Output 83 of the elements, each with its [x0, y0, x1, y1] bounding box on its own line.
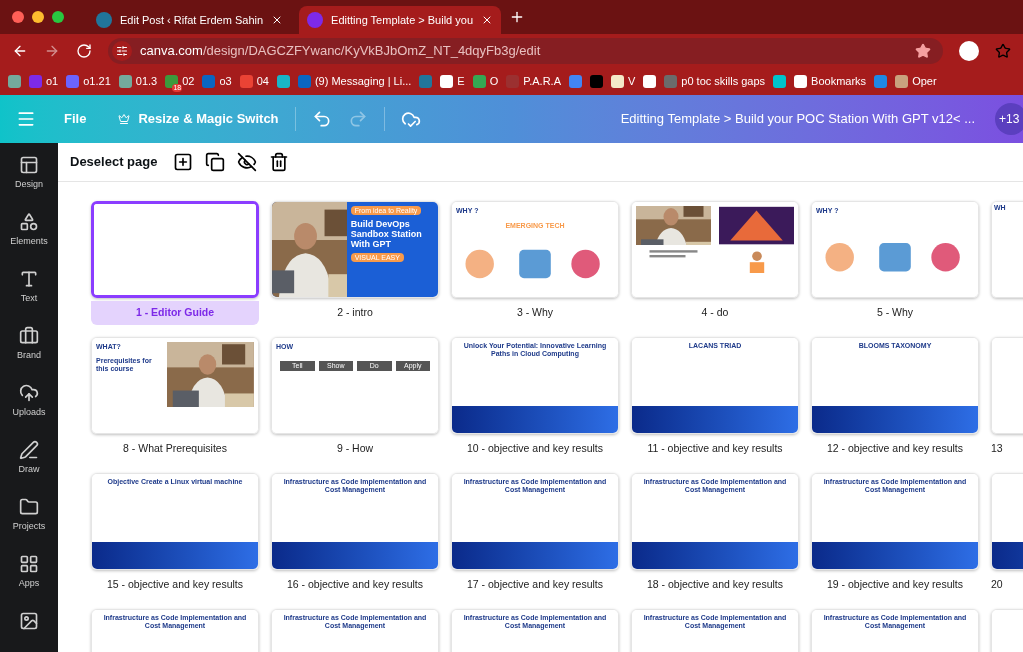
site-icon	[307, 12, 324, 28]
bookmark-link[interactable]: E	[457, 72, 465, 90]
deselect-page-button[interactable]: Deselect page	[70, 152, 158, 172]
grid-icon	[19, 554, 39, 574]
collaborators-avatar[interactable]: +13	[995, 103, 1023, 135]
briefcase-icon	[19, 326, 39, 346]
bookmark-link[interactable]: 04	[256, 72, 269, 90]
bookmark-link[interactable]: o3	[219, 72, 232, 90]
site-settings-icon[interactable]	[112, 40, 132, 61]
delete-icon[interactable]	[269, 152, 290, 172]
design-title[interactable]: Editting Template > Build your POC Station With GPT v12< ...	[620, 109, 975, 129]
shapes-icon	[19, 212, 39, 232]
page-label[interactable]: 8 - What Prerequisites	[91, 437, 259, 461]
page-thumbnail[interactable]	[91, 201, 259, 298]
page-label[interactable]: 1 - Editor Guide	[91, 301, 259, 325]
sidebar-item[interactable]: Elements	[10, 212, 48, 251]
page-label[interactable]: 3 - Why	[451, 301, 619, 325]
image-icon[interactable]	[19, 611, 39, 631]
bookmark-link[interactable]: o1	[46, 72, 59, 90]
bookmark-link[interactable]: 01.3	[135, 72, 158, 90]
add-page-icon[interactable]	[173, 152, 194, 172]
bookmark-link[interactable]: V	[628, 72, 636, 90]
reload-icon[interactable]	[76, 42, 92, 59]
bookmark-link[interactable]: Bookmarks	[811, 72, 867, 90]
hide-icon[interactable]	[237, 152, 258, 172]
sidebar-item[interactable]: Brand	[17, 326, 41, 365]
undo-icon[interactable]	[311, 109, 332, 129]
layout-icon	[19, 155, 39, 175]
page-label[interactable]: 15 - objective and key results	[91, 573, 259, 597]
page-label[interactable]: 20	[991, 573, 1023, 597]
zoom-window-icon[interactable]	[52, 11, 64, 23]
page-label[interactable]: 10 - objective and key results	[451, 437, 619, 461]
page-label[interactable]: 5 - Why	[811, 301, 979, 325]
page-label[interactable]: 16 - objective and key results	[271, 573, 439, 597]
bookmark-icon[interactable]	[440, 74, 454, 88]
page-label[interactable]: 2 - intro	[271, 301, 439, 325]
duplicate-icon[interactable]	[205, 152, 226, 172]
crown-icon	[118, 113, 131, 125]
address-bar[interactable]: canva.com/design/DAGCZFYwanc/KyVkBJbOmZ_NT_4dqyFb3g/edit	[108, 37, 943, 64]
folder-icon	[19, 497, 39, 517]
page-label[interactable]: 17 - objective and key results	[451, 573, 619, 597]
close-window-icon[interactable]	[12, 11, 24, 23]
bookmark-link[interactable]: 02	[182, 72, 195, 90]
sidebar-item[interactable]: Uploads	[12, 383, 46, 422]
url-path: /design/DAGCZFYwanc/KyVkBJbOmZ_NT_4dqyFb3g/edit	[202, 42, 541, 58]
browser-tab[interactable]: Edit Post ‹ Rifat Erdem Sahin	[88, 6, 292, 34]
sidebar-item[interactable]: Draw	[18, 440, 40, 479]
pen-icon	[19, 440, 39, 460]
site-icon	[96, 12, 112, 28]
sidebar-item[interactable]: Text	[19, 269, 39, 308]
page-label[interactable]: 19 - objective and key results	[811, 573, 979, 597]
page-label[interactable]: 12 - objective and key results	[811, 437, 979, 461]
page-label[interactable]: 9 - How	[271, 437, 439, 461]
bookmark-icon[interactable]	[895, 74, 909, 88]
slide-heading: Build DevOps Sandbox Station With GPT	[350, 219, 423, 249]
bookmark-icon[interactable]	[611, 74, 624, 88]
bookmark-link[interactable]: o1.21	[83, 72, 111, 90]
bookmark-icon[interactable]	[276, 74, 290, 88]
sidebar-item[interactable]: Apps	[18, 554, 40, 593]
bookmark-link[interactable]: p0 toc skills gaps	[681, 72, 766, 90]
star-icon[interactable]	[995, 42, 1011, 59]
bookmark-link[interactable]: Oper	[912, 72, 937, 90]
bookmark-star-icon[interactable]	[915, 42, 931, 59]
extension-icon[interactable]	[959, 40, 979, 61]
bookmark-icon[interactable]	[773, 74, 787, 88]
sidebar-item[interactable]: Projects	[12, 497, 46, 536]
page-label[interactable]: 11 - objective and key results	[631, 437, 799, 461]
bookmark-link[interactable]: (9) Messaging | Li...	[314, 72, 412, 90]
bookmark-link[interactable]: O	[489, 72, 499, 90]
menu-icon[interactable]	[16, 109, 36, 129]
page-label[interactable]: 4 - do	[631, 301, 799, 325]
page-label[interactable]: 18 - objective and key results	[631, 573, 799, 597]
cloud-saved-icon[interactable]	[400, 109, 421, 129]
bookmark-icon[interactable]	[643, 74, 657, 88]
bookmark-link[interactable]: P.A.R.A	[523, 72, 561, 90]
sidebar-item[interactable]: Design	[15, 155, 43, 194]
page-label[interactable]: 13	[991, 437, 1023, 461]
bookmark-icon[interactable]	[794, 74, 808, 88]
browser-tab[interactable]: Editting Template > Build you	[299, 6, 502, 34]
text-icon	[19, 269, 39, 289]
minimize-window-icon[interactable]	[32, 11, 44, 23]
upload-icon	[19, 383, 39, 403]
url-host: canva.com	[140, 42, 203, 58]
